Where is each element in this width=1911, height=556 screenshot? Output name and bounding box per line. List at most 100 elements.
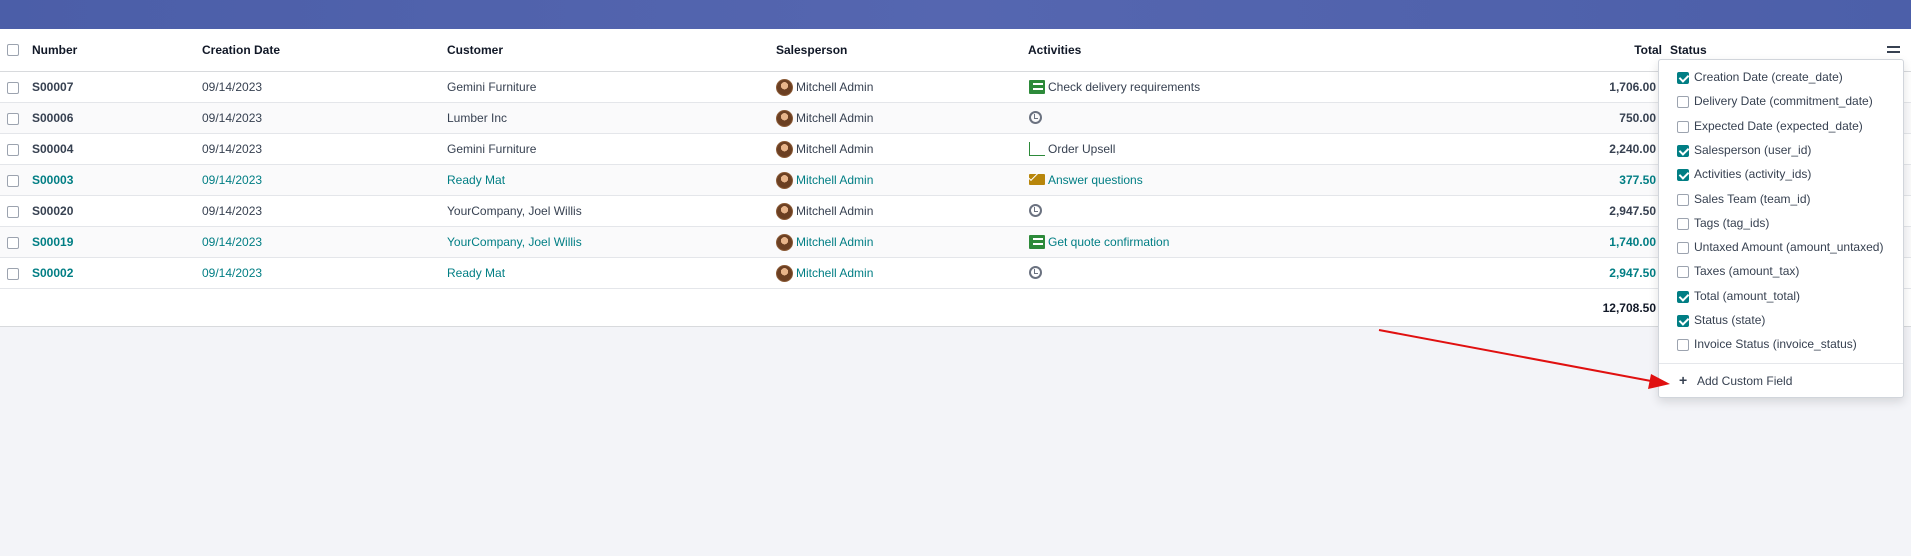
list-icon[interactable] [1029, 80, 1045, 94]
clock-icon[interactable] [1029, 204, 1042, 217]
activity-summary[interactable]: Check delivery requirements [1048, 72, 1200, 102]
optional-columns-toggle-icon[interactable] [1887, 44, 1901, 56]
activity-summary[interactable]: Order Upsell [1048, 134, 1115, 164]
customer: Lumber Inc [447, 111, 508, 125]
mail-icon[interactable] [1029, 174, 1045, 185]
order-total: 377.50 [1619, 173, 1656, 187]
avatar [776, 141, 793, 158]
col-activities[interactable]: Activities [1028, 29, 1081, 72]
order-number: S00002 [32, 266, 74, 280]
col-creation-date[interactable]: Creation Date [202, 29, 280, 72]
column-checkbox[interactable] [1677, 96, 1689, 109]
column-option-label: Delivery Date (commitment_date) [1694, 94, 1873, 109]
row-checkbox[interactable] [7, 144, 19, 156]
row-checkbox[interactable] [7, 206, 19, 218]
avatar [776, 79, 793, 96]
add-custom-field-button[interactable]: + Add Custom Field [1659, 368, 1903, 394]
optional-column-option[interactable]: Taxes (amount_tax) [1659, 259, 1903, 283]
order-total: 750.00 [1619, 111, 1656, 125]
column-option-label: Activities (activity_ids) [1694, 167, 1812, 182]
column-checkbox[interactable] [1677, 169, 1689, 182]
row-checkbox[interactable] [7, 82, 19, 94]
salesperson[interactable]: Mitchell Admin [796, 72, 873, 102]
salesperson[interactable]: Mitchell Admin [796, 165, 873, 195]
activity-summary[interactable]: Get quote confirmation [1048, 227, 1169, 257]
activity-summary[interactable]: Answer questions [1048, 165, 1143, 195]
order-number: S00003 [32, 173, 74, 187]
column-option-label: Sales Team (team_id) [1694, 191, 1811, 206]
row-checkbox[interactable] [7, 175, 19, 187]
select-all-checkbox[interactable] [7, 44, 19, 56]
list-header: Number Creation Date Customer Salesperso… [0, 29, 1911, 72]
salesperson[interactable]: Mitchell Admin [796, 103, 873, 133]
column-checkbox[interactable] [1677, 266, 1689, 279]
table-row[interactable]: S00020 09/14/2023 YourCompany, Joel Willis… [0, 196, 1911, 227]
column-checkbox[interactable] [1677, 339, 1689, 352]
col-number[interactable]: Number [32, 29, 77, 72]
column-checkbox[interactable] [1677, 144, 1689, 157]
optional-column-option[interactable]: Total (amount_total) [1659, 284, 1903, 308]
col-customer[interactable]: Customer [447, 29, 503, 72]
column-option-label: Tags (tag_ids) [1694, 215, 1770, 230]
order-number: S00007 [32, 80, 74, 94]
column-option-label: Total (amount_total) [1694, 288, 1801, 303]
column-checkbox[interactable] [1677, 217, 1689, 230]
creation-date: 09/14/2023 [202, 111, 263, 125]
order-total: 1,740.00 [1609, 235, 1656, 249]
table-row[interactable]: S00002 09/14/2023 Ready Mat Mitchell Admin 2… [0, 258, 1911, 289]
column-checkbox[interactable] [1677, 315, 1689, 327]
optional-column-option[interactable]: Untaxed Amount (amount_untaxed) [1659, 235, 1903, 259]
row-checkbox[interactable] [7, 237, 19, 249]
clock-icon[interactable] [1029, 111, 1042, 124]
column-checkbox[interactable] [1677, 193, 1689, 206]
optional-column-option[interactable]: Expected Date (expected_date) [1659, 114, 1903, 138]
salesperson[interactable]: Mitchell Admin [796, 258, 873, 288]
column-checkbox[interactable] [1677, 290, 1689, 303]
table-row[interactable]: S00004 09/14/2023 Gemini Furniture Mitchell… [0, 134, 1911, 165]
column-option-label: Salesperson (user_id) [1694, 142, 1812, 157]
salesperson[interactable]: Mitchell Admin [796, 134, 873, 164]
row-checkbox[interactable] [7, 268, 19, 280]
order-total: 2,240.00 [1609, 142, 1656, 156]
column-checkbox[interactable] [1677, 72, 1689, 84]
optional-column-option[interactable]: Activities (activity_ids) [1659, 162, 1903, 186]
creation-date: 09/14/2023 [202, 142, 263, 156]
table-row[interactable]: S00006 09/14/2023 Lumber Inc Mitchell Admin… [0, 103, 1911, 134]
optional-column-option[interactable]: Creation Date (create_date) [1659, 65, 1903, 89]
list-icon[interactable] [1029, 235, 1045, 249]
top-navbar [0, 0, 1911, 29]
row-checkbox[interactable] [7, 113, 19, 125]
creation-date: 09/14/2023 [202, 80, 263, 94]
grand-total: 12,708.50 [1602, 301, 1656, 315]
column-checkbox[interactable] [1677, 120, 1689, 133]
customer: YourCompany, Joel Willis [447, 204, 582, 218]
column-option-label: Expected Date (expected_date) [1694, 118, 1863, 133]
table-row[interactable]: S00007 09/14/2023 Gemini Furniture Mitchell… [0, 72, 1911, 103]
table-row[interactable]: S00019 09/14/2023 YourCompany, Joel Willis… [0, 227, 1911, 258]
avatar [776, 234, 793, 251]
column-option-label: Status (state) [1694, 313, 1766, 327]
order-number: S00006 [32, 111, 74, 125]
customer: YourCompany, Joel Willis [447, 235, 582, 249]
clock-icon[interactable] [1029, 266, 1042, 279]
column-option-label: Invoice Status (invoice_status) [1694, 337, 1857, 352]
col-total[interactable]: Total [1580, 29, 1662, 72]
column-option-label: Untaxed Amount (amount_untaxed) [1694, 240, 1884, 255]
creation-date: 09/14/2023 [202, 204, 263, 218]
salesperson[interactable]: Mitchell Admin [796, 196, 873, 226]
column-checkbox[interactable] [1677, 242, 1689, 255]
creation-date: 09/14/2023 [202, 235, 263, 249]
chart-icon[interactable] [1029, 142, 1045, 156]
col-salesperson[interactable]: Salesperson [776, 29, 847, 72]
order-number: S00019 [32, 235, 74, 249]
optional-column-option[interactable]: Tags (tag_ids) [1659, 211, 1903, 235]
optional-column-option[interactable]: Status (state) [1659, 308, 1903, 332]
optional-column-option[interactable]: Delivery Date (commitment_date) [1659, 89, 1903, 113]
optional-column-option[interactable]: Sales Team (team_id) [1659, 187, 1903, 211]
table-row[interactable]: S00003 09/14/2023 Ready Mat Mitchell Admin A… [0, 165, 1911, 196]
optional-column-option[interactable]: Salesperson (user_id) [1659, 138, 1903, 162]
salesperson[interactable]: Mitchell Admin [796, 227, 873, 257]
optional-column-option[interactable]: Invoice Status (invoice_status) [1659, 332, 1903, 356]
customer: Ready Mat [447, 173, 506, 187]
order-total: 2,947.50 [1609, 266, 1656, 280]
